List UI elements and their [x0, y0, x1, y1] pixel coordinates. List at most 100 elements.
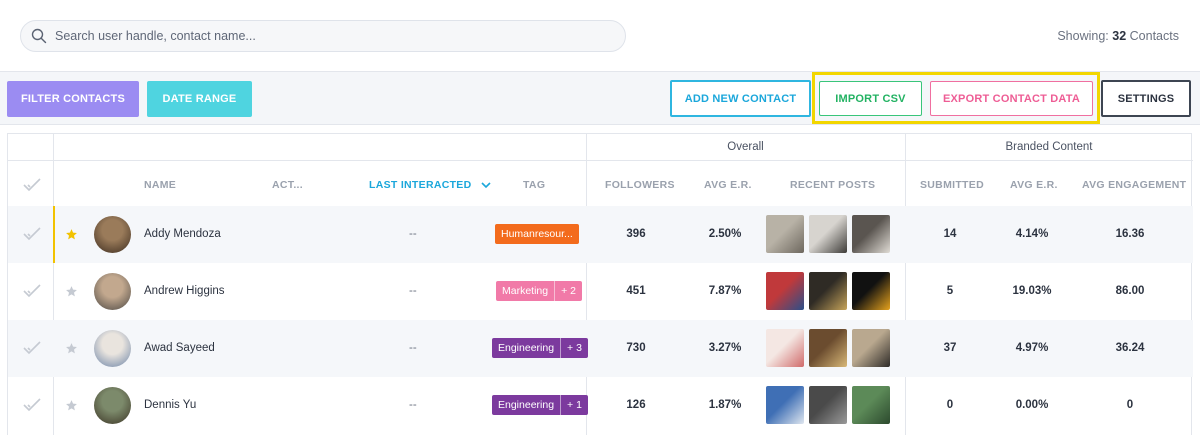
last-interacted-value: -- [409, 228, 417, 240]
tag-badge[interactable]: Engineering + 1 [492, 395, 588, 415]
submitted-value: 14 [943, 228, 957, 240]
recent-post-thumbnail[interactable] [766, 329, 804, 367]
showing-count: 32 [1112, 29, 1127, 43]
branded-avg-er-value: 19.03% [1012, 285, 1052, 297]
filter-contacts-button[interactable]: FILTER CONTACTS [7, 81, 139, 117]
recent-post-thumbnail[interactable] [766, 272, 804, 310]
recent-post-thumbnail[interactable] [809, 215, 847, 253]
tag-more-count[interactable]: + 3 [560, 338, 588, 358]
group-overall: Overall [727, 141, 764, 153]
recent-post-thumbnail[interactable] [809, 272, 847, 310]
submitted-value: 5 [946, 285, 954, 297]
submitted-value: 37 [943, 342, 957, 354]
tag-label: Marketing [502, 285, 549, 297]
star-icon[interactable] [65, 342, 78, 355]
recent-post-thumbnail[interactable] [852, 386, 890, 424]
recent-post-thumbnail[interactable] [852, 215, 890, 253]
column-last-interacted[interactable]: LAST INTERACTED [369, 179, 491, 191]
showing-suffix: Contacts [1129, 29, 1179, 43]
table-row[interactable]: Addy Mendoza -- Humanresour... 396 2.50%… [8, 206, 1193, 263]
avg-er-value: 7.87% [708, 285, 742, 297]
tag-label: Engineering [498, 342, 555, 354]
row-check-icon[interactable] [23, 398, 41, 412]
avg-er-value: 1.87% [708, 399, 742, 411]
row-check-icon[interactable] [23, 227, 41, 241]
recent-post-thumbnail[interactable] [766, 215, 804, 253]
tag-more-count[interactable]: + 1 [560, 395, 588, 415]
column-tag[interactable]: TAG [523, 179, 545, 191]
add-new-contact-button[interactable]: ADD NEW CONTACT [670, 80, 811, 117]
contact-name[interactable]: Dennis Yu [144, 399, 196, 411]
search-box[interactable] [20, 20, 626, 52]
recent-post-thumbnail[interactable] [809, 329, 847, 367]
star-icon[interactable] [65, 285, 78, 298]
contact-name[interactable]: Andrew Higgins [144, 285, 225, 297]
column-header-row: NAME ACT... LAST INTERACTED TAG FOLLOWER… [8, 162, 1193, 206]
tag-badge[interactable]: Humanresour... [495, 224, 579, 244]
avg-er-value: 2.50% [708, 228, 742, 240]
export-contact-data-button[interactable]: EXPORT CONTACT DATA [930, 81, 1093, 116]
group-header-row: Overall Branded Content [8, 134, 1193, 161]
tag-label: Engineering [498, 399, 555, 411]
last-interacted-value: -- [409, 285, 417, 297]
column-avg-engagement[interactable]: AVG ENGAGEMENT [1082, 179, 1186, 191]
showing-label: Showing: [1057, 29, 1109, 43]
column-last-interacted-label: LAST INTERACTED [369, 179, 472, 191]
row-check-icon[interactable] [23, 284, 41, 298]
column-followers[interactable]: FOLLOWERS [605, 179, 675, 191]
avatar[interactable] [94, 273, 131, 310]
column-submitted[interactable]: SUBMITTED [920, 179, 984, 191]
last-interacted-value: -- [409, 399, 417, 411]
recent-post-thumbnail[interactable] [766, 386, 804, 424]
followers-value: 730 [626, 342, 646, 354]
branded-avg-er-value: 4.97% [1015, 342, 1049, 354]
column-act[interactable]: ACT... [272, 179, 303, 191]
settings-button[interactable]: SETTINGS [1101, 80, 1191, 117]
avg-er-value: 3.27% [708, 342, 742, 354]
search-icon [31, 28, 47, 44]
tag-badge[interactable]: Marketing + 2 [496, 281, 582, 301]
star-icon[interactable] [65, 399, 78, 412]
avg-engagement-value: 36.24 [1115, 342, 1145, 354]
avg-engagement-value: 0 [1126, 399, 1134, 411]
toolbar: FILTER CONTACTS DATE RANGE ADD NEW CONTA… [0, 72, 1200, 125]
contact-name[interactable]: Awad Sayeed [144, 342, 215, 354]
column-branded-avg-er[interactable]: AVG E.R. [1010, 179, 1058, 191]
contacts-table: Overall Branded Content NAME ACT... LAST… [7, 133, 1193, 435]
contact-count: Showing: 32 Contacts [1057, 29, 1179, 43]
avatar[interactable] [94, 216, 131, 253]
branded-avg-er-value: 0.00% [1015, 399, 1049, 411]
table-row[interactable]: Andrew Higgins -- Marketing + 2 451 7.87… [8, 263, 1193, 320]
tag-badge[interactable]: Engineering + 3 [492, 338, 588, 358]
date-range-button[interactable]: DATE RANGE [147, 81, 252, 117]
column-avg-er[interactable]: AVG E.R. [704, 179, 752, 191]
followers-value: 451 [626, 285, 646, 297]
star-filled-icon[interactable] [65, 228, 78, 241]
group-branded-content: Branded Content [1005, 141, 1093, 153]
recent-post-thumbnail[interactable] [852, 272, 890, 310]
recent-post-thumbnail[interactable] [809, 386, 847, 424]
avg-engagement-value: 86.00 [1115, 285, 1145, 297]
column-recent-posts: RECENT POSTS [790, 179, 876, 191]
followers-value: 396 [626, 228, 646, 240]
row-check-icon[interactable] [23, 341, 41, 355]
last-interacted-value: -- [409, 342, 417, 354]
table-row[interactable]: Awad Sayeed -- Engineering + 3 730 3.27%… [8, 320, 1193, 377]
submitted-value: 0 [946, 399, 954, 411]
selected-row-indicator [53, 206, 55, 263]
avatar[interactable] [94, 387, 131, 424]
select-all-check-icon[interactable] [23, 178, 41, 192]
followers-value: 126 [626, 399, 646, 411]
table-row[interactable]: Dennis Yu -- Engineering + 1 126 1.87% 0… [8, 377, 1193, 434]
import-csv-button[interactable]: IMPORT CSV [819, 81, 922, 116]
avg-engagement-value: 16.36 [1115, 228, 1145, 240]
branded-avg-er-value: 4.14% [1015, 228, 1049, 240]
recent-post-thumbnail[interactable] [852, 329, 890, 367]
contact-name[interactable]: Addy Mendoza [144, 228, 221, 240]
avatar[interactable] [94, 330, 131, 367]
search-input[interactable] [55, 29, 595, 43]
chevron-down-icon [481, 182, 491, 188]
top-bar: Showing: 32 Contacts [0, 0, 1200, 72]
column-name[interactable]: NAME [144, 179, 176, 191]
tag-more-count[interactable]: + 2 [554, 281, 582, 301]
